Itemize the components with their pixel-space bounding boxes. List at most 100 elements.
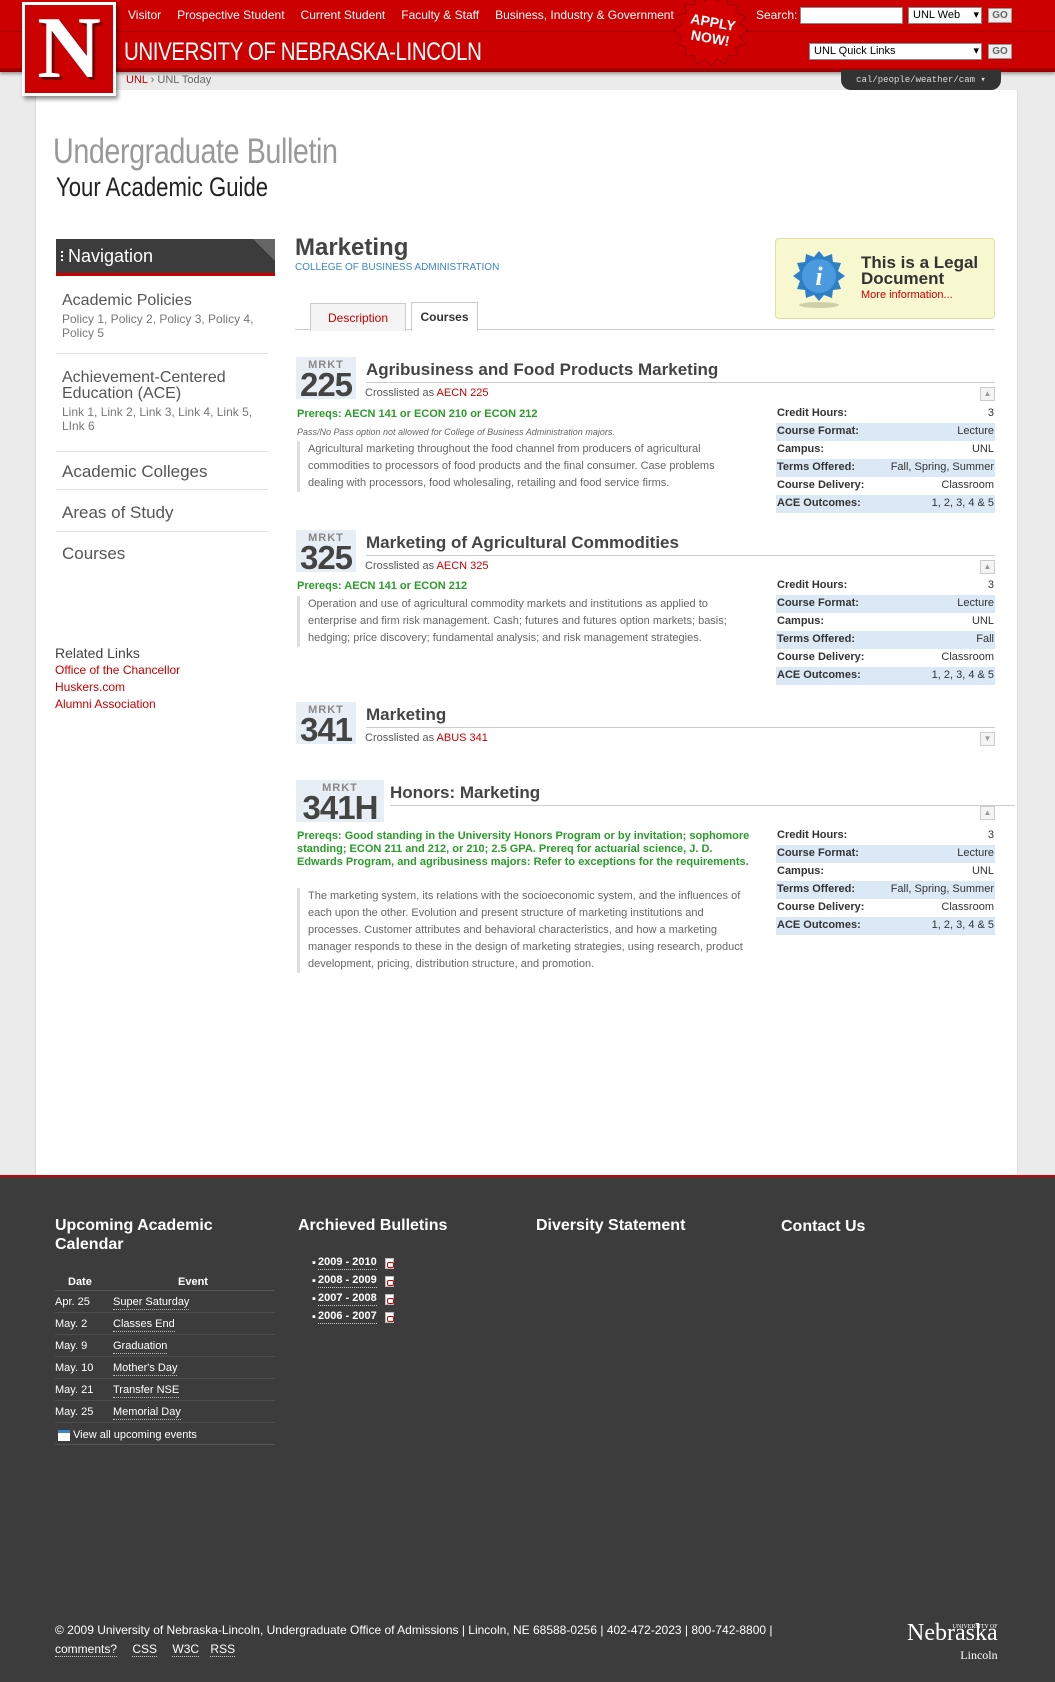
collapse-toggle-icon[interactable]: ▲ xyxy=(980,560,995,574)
bulletin-title: Undergraduate Bulletin xyxy=(53,132,338,171)
title-rule xyxy=(366,382,995,383)
course-prereqs: Prereqs: Good standing in the University… xyxy=(297,830,750,868)
contact-title[interactable]: Contact Us xyxy=(781,1217,865,1236)
search-input[interactable] xyxy=(800,7,903,24)
calendar-row: May. 21 Transfer NSE xyxy=(55,1379,275,1401)
course-title: Honors: Marketing xyxy=(390,783,541,802)
sidebar-item-ace[interactable]: Achievement-Centered Education (ACE) Lin… xyxy=(56,370,268,452)
related-links-title: Related Links xyxy=(55,645,140,661)
crosslisting: Crosslisted as AECN 325 xyxy=(365,560,489,572)
archive-item[interactable]: ▪ 2009 - 2010 xyxy=(312,1254,394,1272)
tab-courses[interactable]: Courses xyxy=(411,302,478,331)
quick-links-go-button[interactable]: GO xyxy=(988,44,1012,59)
pdf-icon xyxy=(384,1311,394,1323)
archived-title: Archieved Bulletins xyxy=(298,1217,448,1234)
college-name[interactable]: COLLEGE OF BUSINESS ADMINISTRATION xyxy=(295,262,499,273)
archive-item[interactable]: ▪ 2008 - 2009 xyxy=(312,1272,394,1290)
legal-document-notice: i This is a Legal Document More informat… xyxy=(775,238,995,319)
calendar-table: Date Event Apr. 25 Super Saturday May. 2 Cl… xyxy=(55,1273,275,1445)
title-rule xyxy=(366,727,995,728)
course-note: Pass/No Pass option not allowed for Coll… xyxy=(297,427,615,437)
nav-prospective-student[interactable]: Prospective Student xyxy=(177,8,284,22)
search-go-button[interactable]: GO xyxy=(988,8,1012,23)
sidebar-item-academic-colleges[interactable]: Academic Colleges xyxy=(56,462,268,490)
event-link[interactable]: Classes End xyxy=(113,1317,175,1332)
crosslist-link[interactable]: AECN 225 xyxy=(437,387,489,399)
related-link-alumni[interactable]: Alumni Association xyxy=(55,696,180,713)
event-link[interactable]: Graduation xyxy=(113,1339,168,1354)
css-link[interactable]: CSS xyxy=(132,1642,158,1657)
pdf-icon xyxy=(384,1257,394,1269)
sidebar-item-label: Academic Colleges xyxy=(62,462,208,481)
legal-title: This is a Legal Document xyxy=(861,253,979,288)
sidebar-item-links[interactable]: Policy 1, Policy 2, Policy 3, Policy 4, … xyxy=(56,312,268,340)
view-all-events-link[interactable]: View all upcoming events xyxy=(55,1425,275,1445)
info-icon: i xyxy=(793,251,845,308)
sidebar-item-courses[interactable]: Courses xyxy=(56,545,268,573)
course-facts: Credit Hours: 3 Course Format: Lecture Cam… xyxy=(776,577,995,685)
apply-now-seal[interactable]: APPLY NOW! xyxy=(669,0,753,76)
audience-nav: Visitor Prospective Student Current Stud… xyxy=(128,8,674,22)
course-number-badge: MRKT 325 xyxy=(296,530,356,574)
course-mrkt-325: MRKT 325 Marketing of Agricultural Commo… xyxy=(296,530,995,685)
w3c-link[interactable]: W3C xyxy=(172,1642,200,1657)
course-title: Agribusiness and Food Products Marketing xyxy=(366,360,719,379)
sidebar-item-links[interactable]: Link 1, Link 2, Link 3, Link 4, Link 5, … xyxy=(56,405,268,433)
sidebar-item-academic-policies[interactable]: Academic Policies Policy 1, Policy 2, Po… xyxy=(56,293,268,354)
event-link[interactable]: Transfer NSE xyxy=(113,1383,180,1398)
site-title[interactable]: UNIVERSITY OF NEBRASKA-LINCOLN xyxy=(124,38,482,67)
diversity-title[interactable]: Diversity Statement xyxy=(536,1216,685,1235)
archive-item[interactable]: ▪ 2006 - 2007 xyxy=(312,1308,394,1326)
course-prereqs: Prereqs: AECN 141 or ECON 210 or ECON 21… xyxy=(297,408,538,420)
related-links: Related Links Office of the Chancellor H… xyxy=(55,645,180,713)
event-link[interactable]: Super Saturday xyxy=(113,1295,190,1310)
course-mrkt-341: MRKT 341 Marketing Crosslisted as ABUS 3… xyxy=(296,702,995,752)
pdf-icon xyxy=(384,1275,394,1287)
crosslist-link[interactable]: ABUS 341 xyxy=(437,732,488,744)
chevron-down-icon: ▾ xyxy=(980,75,986,85)
nav-faculty-staff[interactable]: Faculty & Staff xyxy=(401,8,479,22)
sidebar-item-areas-of-study[interactable]: Areas of Study xyxy=(56,503,268,532)
course-title: Marketing xyxy=(366,705,447,724)
related-link-chancellor[interactable]: Office of the Chancellor xyxy=(55,662,180,679)
nav-visitor[interactable]: Visitor xyxy=(128,8,161,22)
nav-business[interactable]: Business, Industry & Government xyxy=(495,8,674,22)
search-scope-select[interactable]: UNL Web xyxy=(908,7,982,24)
event-link[interactable]: Mother's Day xyxy=(113,1361,178,1376)
legal-more-info-link[interactable]: More information... xyxy=(861,289,953,301)
crosslist-link[interactable]: AECN 325 xyxy=(437,560,489,572)
calendar-row: May. 25 Memorial Day xyxy=(55,1401,275,1423)
course-description: The marketing system, its relations with… xyxy=(297,888,751,973)
unl-n-logo[interactable]: N xyxy=(22,2,116,96)
sidebar-item-label: Areas of Study xyxy=(62,503,174,522)
collapse-toggle-icon[interactable]: ▲ xyxy=(980,387,995,401)
tools-menu[interactable]: cal/people/weather/cam ▾ xyxy=(841,70,1001,90)
nav-current-student[interactable]: Current Student xyxy=(301,8,386,22)
breadcrumb: UNL › UNL Today xyxy=(126,74,211,86)
course-description: Operation and use of agricultural commod… xyxy=(297,596,751,647)
crosslisting: Crosslisted as AECN 225 xyxy=(365,387,489,399)
course-prereqs: Prereqs: AECN 141 or ECON 212 xyxy=(297,580,468,592)
calendar-row: Apr. 25 Super Saturday xyxy=(55,1291,275,1313)
nebraska-wordmark-logo[interactable]: UNIVERSITY OF Nebraska Lincoln xyxy=(907,1621,998,1665)
navigation-header: Navigation xyxy=(56,239,275,276)
calendar-row: May. 2 Classes End xyxy=(55,1313,275,1335)
sidebar-item-label: Achievement-Centered Education (ACE) xyxy=(62,369,226,402)
tab-description[interactable]: Description xyxy=(310,303,406,331)
breadcrumb-unl[interactable]: UNL xyxy=(126,74,148,86)
rss-link[interactable]: RSS xyxy=(210,1642,236,1657)
related-link-huskers[interactable]: Huskers.com xyxy=(55,679,180,696)
expand-toggle-icon[interactable]: ▼ xyxy=(980,732,995,746)
course-mrkt-225: MRKT 225 Agribusiness and Food Products … xyxy=(296,357,995,513)
course-title: Marketing of Agricultural Commodities xyxy=(366,533,679,552)
quick-links-select[interactable]: UNL Quick Links xyxy=(809,43,982,60)
calendar-icon xyxy=(58,1430,70,1441)
archive-item[interactable]: ▪ 2007 - 2008 xyxy=(312,1290,394,1308)
comments-link[interactable]: comments? xyxy=(55,1642,118,1657)
collapse-toggle-icon[interactable]: ▲ xyxy=(980,806,995,820)
course-number-badge: MRKT 225 xyxy=(296,357,356,401)
course-facts: Credit Hours: 3 Course Format: Lecture Cam… xyxy=(776,405,995,513)
course-facts: Credit Hours: 3 Course Format: Lecture Cam… xyxy=(776,827,995,935)
breadcrumb-current: UNL Today xyxy=(157,74,212,86)
event-link[interactable]: Memorial Day xyxy=(113,1405,181,1420)
